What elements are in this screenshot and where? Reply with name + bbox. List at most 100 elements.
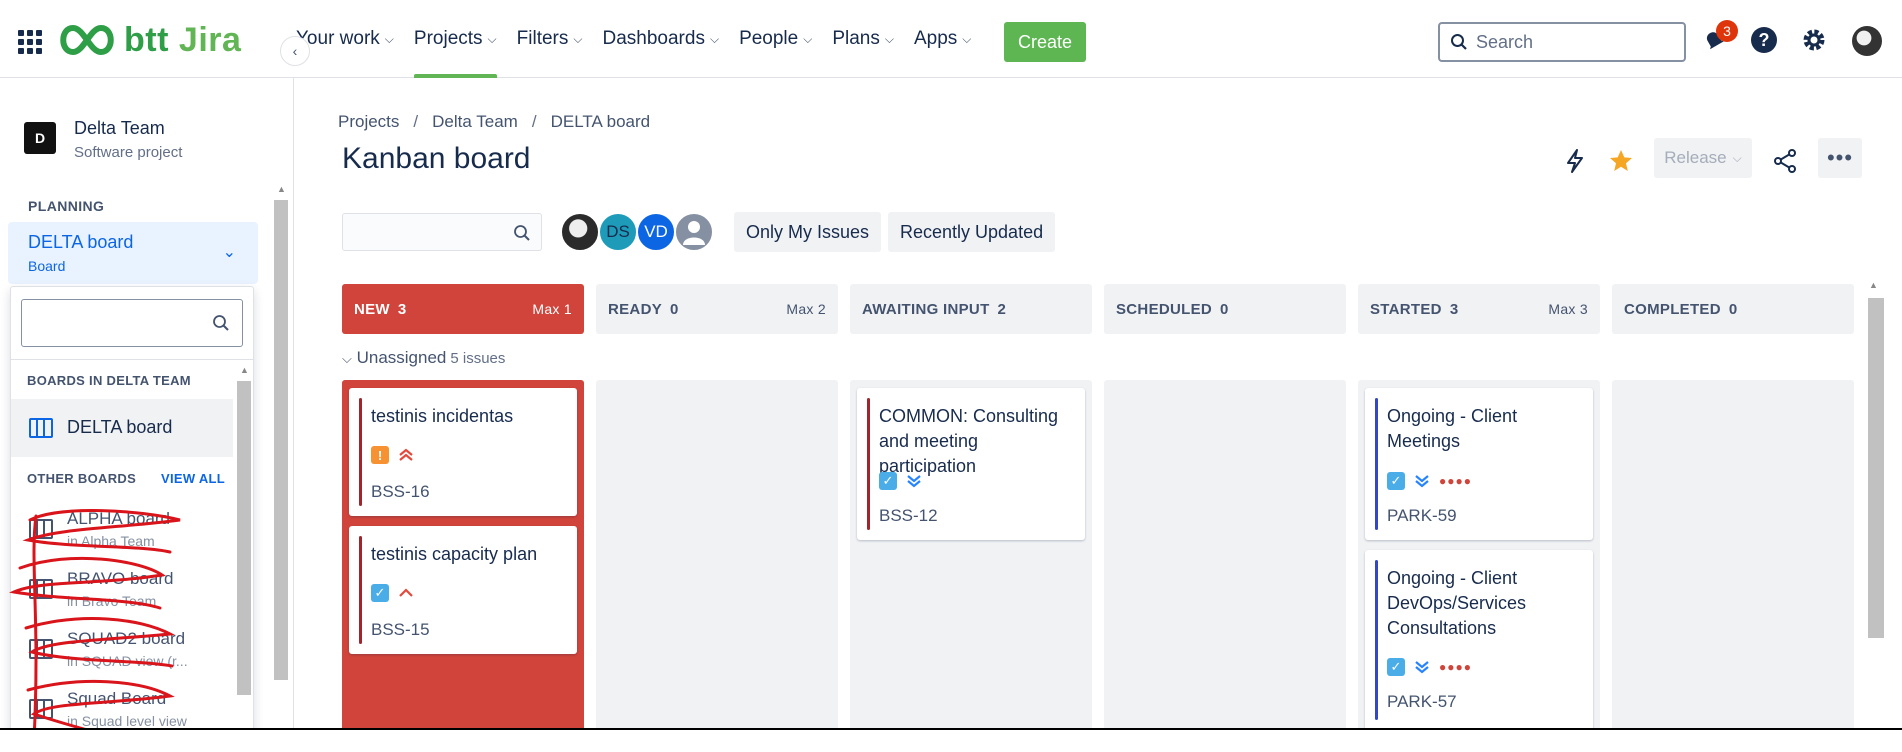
chevron-down-icon: ⌵ bbox=[487, 31, 497, 46]
issue-card[interactable]: Ongoing - Client Meetings ✓ ●●●● PARK-59 bbox=[1365, 388, 1593, 540]
view-all-link[interactable]: VIEW ALL bbox=[161, 471, 225, 486]
scrollbar-thumb[interactable] bbox=[237, 381, 251, 695]
swimlane-count: 5 issues bbox=[450, 350, 506, 367]
search-icon bbox=[1451, 34, 1467, 50]
breadcrumb-separator: / bbox=[531, 112, 537, 131]
dropdown-current-board[interactable]: DELTA board bbox=[11, 399, 233, 457]
breadcrumb-separator: / bbox=[413, 112, 419, 131]
column-header-completed[interactable]: COMPLETED 0 bbox=[1612, 284, 1854, 334]
create-button[interactable]: Create bbox=[1004, 22, 1086, 62]
scroll-up-arrow-icon[interactable]: ▲ bbox=[1869, 280, 1878, 290]
swimlane-header[interactable]: ⌵ Unassigned 5 issues bbox=[342, 348, 505, 368]
card-icons: ✓ bbox=[879, 472, 923, 490]
help-icon[interactable]: ? bbox=[1750, 26, 1778, 54]
priority-lowest-icon bbox=[1415, 661, 1429, 674]
incident-type-icon: ! bbox=[371, 446, 389, 464]
issue-card[interactable]: testinis capacity plan ✓ BSS-15 bbox=[349, 526, 577, 654]
gear-icon[interactable] bbox=[1800, 26, 1828, 54]
chevron-down-icon: ⌵ bbox=[709, 31, 720, 46]
issue-card[interactable]: Ongoing - Client DevOps/Services Consult… bbox=[1365, 550, 1593, 730]
app-switcher-icon[interactable] bbox=[18, 30, 42, 54]
sidebar-scrollbar[interactable]: ▲ bbox=[274, 182, 288, 682]
column-body-new[interactable]: testinis incidentas ! BSS-16 testinis ca… bbox=[342, 380, 584, 730]
board-filter-search-input[interactable] bbox=[342, 213, 542, 251]
only-my-issues-filter[interactable]: Only My Issues bbox=[734, 212, 882, 252]
board-search-input[interactable] bbox=[21, 299, 243, 347]
other-board-item[interactable]: BRAVO board in Bravo Team bbox=[11, 563, 233, 621]
column-header-new[interactable]: NEW 3 Max 1 bbox=[342, 284, 584, 334]
column-max: Max 1 bbox=[532, 301, 572, 317]
scrollbar-thumb[interactable] bbox=[274, 200, 288, 680]
board-icon bbox=[29, 519, 53, 539]
assignee-avatar-unassigned[interactable] bbox=[674, 212, 714, 252]
chevron-down-icon: ⌵ bbox=[1732, 150, 1742, 165]
column-name: READY bbox=[608, 300, 663, 318]
scroll-up-arrow-icon[interactable]: ▲ bbox=[240, 365, 249, 375]
column-max: Max 3 bbox=[1548, 301, 1588, 317]
column-body-completed[interactable] bbox=[1612, 380, 1854, 730]
column-header-ready[interactable]: READY 0 Max 2 bbox=[596, 284, 838, 334]
column-header-started[interactable]: STARTED 3 Max 3 bbox=[1358, 284, 1600, 334]
assignee-avatar-photo[interactable] bbox=[560, 212, 600, 252]
more-actions-button[interactable]: ••• bbox=[1818, 138, 1862, 178]
board-switcher[interactable]: DELTA board Board ⌄ bbox=[8, 222, 258, 284]
current-board-label: DELTA board bbox=[67, 417, 173, 437]
card-color-bar bbox=[1375, 398, 1378, 530]
scrollbar-thumb[interactable] bbox=[1868, 298, 1884, 638]
issue-card[interactable]: COMMON: Consulting and meeting participa… bbox=[857, 388, 1085, 540]
recently-updated-filter[interactable]: Recently Updated bbox=[888, 212, 1056, 252]
card-title: COMMON: Consulting and meeting participa… bbox=[879, 406, 1059, 476]
issue-card[interactable]: testinis incidentas ! BSS-16 bbox=[349, 388, 577, 516]
profile-avatar[interactable] bbox=[1852, 26, 1882, 56]
swimlane-label: Unassigned bbox=[356, 348, 447, 367]
column-header-scheduled[interactable]: SCHEDULED 0 bbox=[1104, 284, 1346, 334]
task-type-icon: ✓ bbox=[1387, 472, 1405, 490]
dropdown-scrollbar[interactable]: ▲ bbox=[237, 363, 251, 751]
assignee-avatar-ds[interactable]: DS bbox=[598, 212, 638, 252]
nav-plans[interactable]: Plans ⌵ bbox=[822, 0, 904, 78]
priority-lowest-icon bbox=[1415, 475, 1429, 488]
column-count: 0 bbox=[1220, 300, 1229, 318]
board-team: in Squad level view bbox=[67, 713, 187, 729]
card-title: testinis capacity plan bbox=[371, 544, 538, 564]
breadcrumb-project[interactable]: Delta Team bbox=[432, 112, 518, 132]
search-input[interactable]: Search bbox=[1438, 22, 1686, 62]
other-board-item[interactable]: SQUAD2 board in SQUAD view (r... bbox=[11, 623, 233, 681]
card-color-bar bbox=[359, 398, 362, 506]
column-body-ready[interactable] bbox=[596, 380, 838, 730]
column-header-awaiting-input[interactable]: AWAITING INPUT 2 bbox=[850, 284, 1092, 334]
board-scrollbar[interactable]: ▲ bbox=[1866, 278, 1884, 732]
scroll-up-arrow-icon[interactable]: ▲ bbox=[277, 184, 286, 194]
collapse-sidebar-button[interactable]: ‹ bbox=[280, 36, 310, 66]
share-icon[interactable] bbox=[1770, 146, 1800, 176]
assignee-avatar-vd[interactable]: VD bbox=[636, 212, 676, 252]
column-body-started[interactable]: Ongoing - Client Meetings ✓ ●●●● PARK-59… bbox=[1358, 380, 1600, 730]
nav-filters[interactable]: Filters ⌵ bbox=[507, 0, 593, 78]
automation-lightning-icon[interactable] bbox=[1560, 146, 1590, 176]
other-board-item[interactable]: ALPHA board in Alpha Team bbox=[11, 503, 233, 561]
selected-board-name: DELTA board bbox=[28, 232, 134, 252]
board-name: BRAVO board bbox=[67, 569, 174, 588]
nav-people[interactable]: People ⌵ bbox=[729, 0, 822, 78]
breadcrumb-projects[interactable]: Projects bbox=[338, 112, 399, 132]
column-name: NEW bbox=[354, 300, 390, 318]
release-button[interactable]: Release ⌵ bbox=[1654, 138, 1752, 178]
priority-high-icon bbox=[399, 588, 413, 597]
more-horizontal-icon: ••• bbox=[1826, 145, 1854, 170]
nav-dashboards[interactable]: Dashboards ⌵ bbox=[593, 0, 730, 78]
priority-lowest-icon bbox=[907, 475, 921, 488]
card-key: BSS-12 bbox=[879, 506, 938, 525]
column-body-scheduled[interactable] bbox=[1104, 380, 1346, 730]
nav-apps[interactable]: Apps ⌵ bbox=[904, 0, 981, 78]
project-name[interactable]: Delta Team bbox=[74, 118, 165, 139]
column-count: 0 bbox=[1728, 300, 1738, 318]
column-name: AWAITING INPUT bbox=[862, 300, 990, 318]
btt-jira-logo[interactable]: btt Jira bbox=[56, 20, 241, 60]
column-body-awaiting-input[interactable]: COMMON: Consulting and meeting participa… bbox=[850, 380, 1092, 730]
card-color-bar bbox=[359, 536, 362, 644]
column-name: SCHEDULED bbox=[1116, 300, 1213, 318]
star-icon[interactable] bbox=[1606, 146, 1636, 176]
chevron-down-icon: ⌵ bbox=[384, 31, 394, 46]
breadcrumb-board[interactable]: DELTA board bbox=[551, 112, 651, 132]
nav-projects[interactable]: Projects ⌵ bbox=[404, 0, 507, 78]
